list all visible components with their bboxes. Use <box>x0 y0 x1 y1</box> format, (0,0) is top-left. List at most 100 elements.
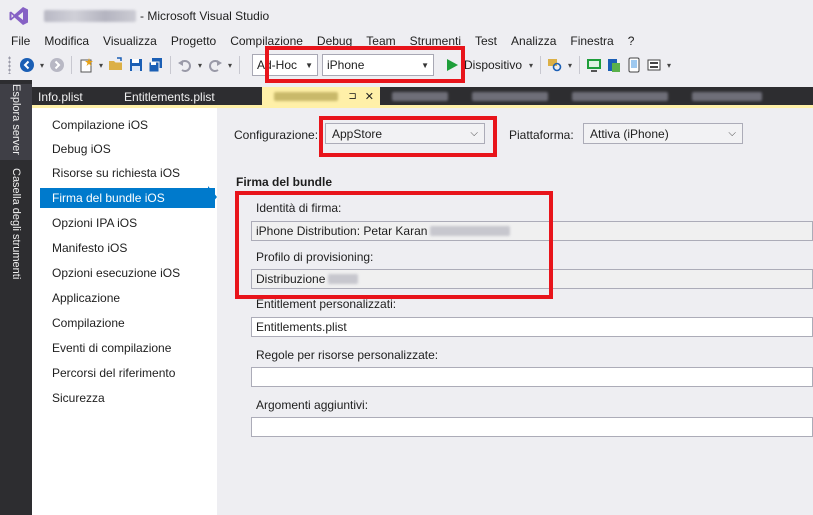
additional-arguments-input[interactable] <box>251 417 813 437</box>
tab-project-name-redacted <box>274 92 339 101</box>
toolbar-overflow-icon[interactable]: ▾ <box>664 61 674 70</box>
toolbar-separator <box>239 56 240 74</box>
tab-redacted-label <box>572 92 668 101</box>
solution-configuration-combo[interactable]: Ad-Hoc ▼ <box>252 54 318 76</box>
platform-label: Piattaforma: <box>509 128 574 142</box>
nav-item-opzioni-ipa-ios[interactable]: Opzioni IPA iOS <box>40 213 215 233</box>
nav-item-percorsi-del-riferimento[interactable]: Percorsi del riferimento <box>40 363 215 383</box>
section-title: Firma del bundle <box>236 175 333 189</box>
server-explorer-label: Esplora server <box>10 84 22 155</box>
nav-item-eventi-di-compilazione[interactable]: Eventi di compilazione <box>40 338 215 358</box>
simulator-icon[interactable] <box>604 55 624 75</box>
tab-redacted-label <box>472 92 548 101</box>
nav-item-opzioni-esecuzione-ios[interactable]: Opzioni esecuzione iOS <box>40 263 215 283</box>
chevron-down-icon: ▼ <box>305 60 313 70</box>
signing-identity-redacted <box>430 226 511 236</box>
find-dropdown-icon[interactable]: ▾ <box>565 61 575 70</box>
nav-item-compilazione-ios[interactable]: Compilazione iOS <box>40 115 215 135</box>
tab-entitlements-plist-label: Entitlements.plist <box>124 89 215 104</box>
custom-resource-rules-input[interactable] <box>251 367 813 387</box>
solution-platform-combo[interactable]: iPhone ▼ <box>322 54 434 76</box>
start-debugging-icon[interactable] <box>442 55 462 75</box>
tab-entitlements-plist[interactable]: Entitlements.plist <box>118 87 262 106</box>
menu-visualizza[interactable]: Visualizza <box>96 34 164 48</box>
tool-window-strip: Esplora server Casella degli strumenti <box>0 80 32 515</box>
menu-analizza[interactable]: Analizza <box>504 34 563 48</box>
tab-redacted[interactable] <box>380 87 460 106</box>
configuration-value: AppStore <box>332 126 383 141</box>
nav-item-applicazione[interactable]: Applicazione <box>40 288 215 308</box>
device-manager-icon[interactable] <box>584 55 604 75</box>
nav-item-compilazione[interactable]: Compilazione <box>40 313 215 333</box>
toolbox-label: Casella degli strumenti <box>10 168 22 280</box>
menu-finestra[interactable]: Finestra <box>563 34 620 48</box>
tab-info-plist[interactable]: Info.plist <box>32 87 118 106</box>
configuration-label: Configurazione: <box>234 128 319 142</box>
selected-nav-pointer <box>208 186 217 208</box>
open-file-icon[interactable] <box>106 55 126 75</box>
toolbar-separator <box>579 56 581 74</box>
signing-identity-select[interactable]: iPhone Distribution: Petar Karan <box>251 221 813 241</box>
toolbar-separator <box>71 56 72 74</box>
undo-icon[interactable] <box>175 55 195 75</box>
menu-bar: File Modifica Visualizza Progetto Compil… <box>0 32 813 50</box>
solution-name-redacted <box>44 10 136 22</box>
standard-toolbar: ▾ ▾ ▾ ▾ Ad-Hoc ▼ iPhone ▼ Dispositivo ▾ … <box>0 51 813 79</box>
menu-test[interactable]: Test <box>468 34 504 48</box>
platform-value: Attiva (iPhone) <box>590 126 669 141</box>
toolbar-grip[interactable] <box>8 56 11 74</box>
new-project-dropdown-icon[interactable]: ▾ <box>96 61 106 70</box>
additional-arguments-label: Argomenti aggiuntivi: <box>256 398 369 412</box>
undo-dropdown-icon[interactable]: ▾ <box>195 61 205 70</box>
custom-entitlements-value: Entitlements.plist <box>256 320 347 334</box>
window-title: - Microsoft Visual Studio <box>140 9 270 23</box>
property-pages-nav: Compilazione iOS Debug iOS Risorse su ri… <box>32 108 217 515</box>
nav-item-risorse-su-richiesta-ios[interactable]: Risorse su richiesta iOS <box>40 163 215 183</box>
menu-strumenti[interactable]: Strumenti <box>403 34 468 48</box>
run-target-dropdown-icon[interactable]: ▾ <box>526 61 536 70</box>
tab-project-properties[interactable]: ⊐ ✕ <box>262 87 380 106</box>
menu-file[interactable]: File <box>4 34 37 48</box>
find-icon[interactable] <box>545 55 565 75</box>
back-icon[interactable] <box>17 55 37 75</box>
save-icon[interactable] <box>126 55 146 75</box>
nav-item-sicurezza[interactable]: Sicurezza <box>40 388 215 408</box>
nav-item-manifesto-ios[interactable]: Manifesto iOS <box>40 238 215 258</box>
server-explorer-tab[interactable]: Esplora server <box>0 84 32 160</box>
menu-team[interactable]: Team <box>359 34 402 48</box>
solution-platform-value: iPhone <box>327 58 365 72</box>
save-all-icon[interactable] <box>146 55 166 75</box>
toolbar-separator <box>540 56 542 74</box>
bundle-signing-page: Configurazione: AppStore ⌵ Piattaforma: … <box>217 108 813 515</box>
menu-help[interactable]: ? <box>621 34 642 48</box>
new-project-icon[interactable] <box>76 55 96 75</box>
chevron-down-icon: ⌵ <box>728 128 736 139</box>
provisioning-profile-select[interactable]: Distribuzione <box>251 269 813 289</box>
platform-select[interactable]: Attiva (iPhone) ⌵ <box>583 123 743 144</box>
pin-icon[interactable]: ⊐ <box>348 91 356 102</box>
menu-modifica[interactable]: Modifica <box>37 34 96 48</box>
configuration-select[interactable]: AppStore ⌵ <box>325 123 485 144</box>
chevron-down-icon: ▼ <box>421 60 429 70</box>
device-log-icon[interactable] <box>624 55 644 75</box>
toolbox-tab[interactable]: Casella degli strumenti <box>0 168 32 296</box>
redo-icon[interactable] <box>205 55 225 75</box>
provisioning-icon[interactable] <box>644 55 664 75</box>
close-icon[interactable]: ✕ <box>365 90 374 103</box>
tab-redacted[interactable] <box>680 87 774 106</box>
back-dropdown-icon[interactable]: ▾ <box>37 61 47 70</box>
menu-compilazione[interactable]: Compilazione <box>223 34 310 48</box>
nav-item-firma-del-bundle-ios[interactable]: Firma del bundle iOS <box>40 188 215 208</box>
menu-debug[interactable]: Debug <box>310 34 359 48</box>
title-bar: - Microsoft Visual Studio <box>0 0 813 32</box>
tab-redacted[interactable] <box>460 87 560 106</box>
custom-entitlements-input[interactable]: Entitlements.plist <box>251 317 813 337</box>
provisioning-profile-label: Profilo di provisioning: <box>256 250 374 264</box>
tab-redacted[interactable] <box>560 87 680 106</box>
run-target-label[interactable]: Dispositivo <box>464 58 522 72</box>
signing-identity-value: iPhone Distribution: Petar Karan <box>256 224 428 238</box>
nav-item-debug-ios[interactable]: Debug iOS <box>40 139 215 159</box>
forward-icon[interactable] <box>47 55 67 75</box>
redo-dropdown-icon[interactable]: ▾ <box>225 61 235 70</box>
menu-progetto[interactable]: Progetto <box>164 34 223 48</box>
